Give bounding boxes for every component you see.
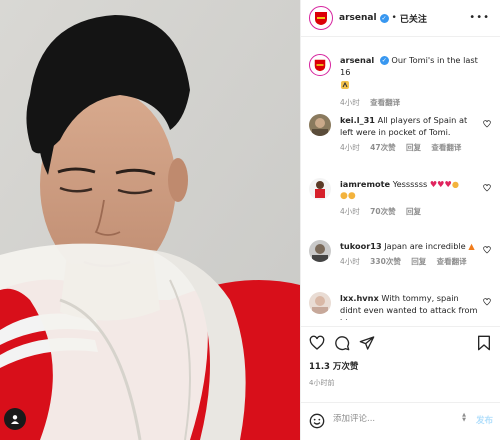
red-hearts-emoji-icon: ♥♥♥ (429, 179, 452, 189)
account-avatar[interactable] (309, 6, 333, 30)
comment-heart-icon[interactable] (483, 298, 491, 306)
comment-username[interactable]: tukoor13 (340, 241, 382, 251)
comment-heart-icon[interactable] (483, 184, 491, 192)
comment-time: 4小时 (340, 207, 360, 216)
comment-heart-icon[interactable] (483, 246, 491, 254)
comment-time: 4小时 (340, 143, 360, 152)
caption-time: 4小时 (340, 98, 360, 107)
separator-dot: • (391, 13, 397, 23)
clap-emoji-icon: ●● (340, 191, 356, 201)
post-photo[interactable] (0, 0, 300, 440)
comment-username[interactable]: lxx.hvnx (340, 293, 379, 303)
send-icon[interactable] (359, 335, 375, 351)
caption-body: arsenal ✓ Our Tomi's in the last 16 4小时 … (340, 54, 480, 108)
likes-count[interactable]: 11.3 万次赞 (309, 360, 358, 372)
arsenal-crest-icon (314, 59, 326, 72)
post-comment-button[interactable]: 发布 (476, 414, 493, 426)
comment-body: tukoor13 Japan are incredible ▲ 4小时 330次… (340, 240, 480, 267)
comment-avatar[interactable] (309, 114, 331, 136)
fire-emoji-icon: ▲ (468, 241, 475, 251)
comment-text-row: kei.l_31 All players of Spain at left we… (340, 114, 480, 138)
more-icon[interactable]: ••• (469, 12, 490, 23)
account-username[interactable]: arsenal (339, 13, 377, 23)
person-icon (11, 415, 19, 424)
translate-link[interactable]: 查看翻译 (370, 98, 400, 107)
comment-meta: 4小时 70次赞 回复 (340, 206, 480, 217)
comment-likes[interactable]: 70次赞 (370, 207, 395, 216)
verified-icon: ✓ (379, 13, 389, 23)
comment-username[interactable]: iamremote (340, 179, 390, 189)
comment-avatar[interactable] (309, 178, 331, 200)
clap-emoji-icon: ● (451, 179, 460, 189)
caption-text-row: arsenal ✓ Our Tomi's in the last 16 (340, 54, 480, 93)
comment-icon[interactable] (334, 335, 350, 351)
follow-status[interactable]: 已关注 (400, 12, 427, 25)
comment-username[interactable]: kei.l_31 (340, 115, 375, 125)
caption-meta: 4小时 查看翻译 (340, 97, 480, 108)
translate-link[interactable]: 查看翻译 (431, 143, 461, 152)
comment-avatar[interactable] (309, 292, 331, 314)
comment-text-row: tukoor13 Japan are incredible ▲ (340, 240, 480, 252)
comment-text-row: iamremote Yessssss ♥♥♥● ●● (340, 178, 480, 202)
heart-icon[interactable] (309, 335, 325, 351)
comment-body: lxx.hvnx With tommy, spain didnt even wa… (340, 292, 480, 320)
player-photo-illustration (0, 0, 300, 440)
post-header: arsenal ✓ • 已关注 ••• (301, 0, 500, 37)
post-details-panel: arsenal ✓ • 已关注 ••• arsenal ✓ Our Tomi's… (300, 0, 500, 440)
comment-likes[interactable]: 330次赞 (370, 257, 401, 266)
comment-input[interactable] (333, 414, 453, 424)
comment-body: iamremote Yessssss ♥♥♥● ●● 4小时 70次赞 回复 (340, 178, 480, 217)
comment-meta: 4小时 47次赞 回复 查看翻译 (340, 142, 480, 153)
comments-list[interactable]: arsenal ✓ Our Tomi's in the last 16 4小时 … (301, 42, 500, 320)
comment-composer: ▲▼ 发布 (301, 402, 500, 440)
comment-text-row: lxx.hvnx With tommy, spain didnt even wa… (340, 292, 480, 320)
comment-heart-icon[interactable] (483, 120, 491, 128)
resize-arrows-icon: ▲ ▼ (462, 412, 466, 423)
caption-username[interactable]: arsenal (340, 55, 374, 65)
emoji-icon[interactable] (309, 413, 325, 429)
verified-icon: ✓ (379, 56, 389, 65)
tagged-user-icon[interactable] (4, 408, 26, 430)
comment-time: 4小时 (340, 257, 360, 266)
bookmark-icon[interactable] (477, 335, 491, 351)
comment-avatar[interactable] (309, 240, 331, 262)
running-emoji-icon (340, 80, 480, 93)
arsenal-crest-icon (315, 12, 327, 25)
action-bar (301, 326, 500, 356)
translate-link[interactable]: 查看翻译 (437, 257, 467, 266)
post-timestamp[interactable]: 4小时前 (309, 378, 334, 388)
comment-body: kei.l_31 All players of Spain at left we… (340, 114, 480, 153)
comment-likes[interactable]: 47次赞 (370, 143, 395, 152)
reply-button[interactable]: 回复 (406, 143, 421, 152)
comment-meta: 4小时 330次赞 回复 查看翻译 (340, 256, 480, 267)
reply-button[interactable]: 回复 (406, 207, 421, 216)
comment-text: Yessssss (392, 179, 428, 189)
reply-button[interactable]: 回复 (411, 257, 426, 266)
comment-text: Japan are incredible (384, 241, 466, 251)
caption-avatar[interactable] (309, 54, 331, 76)
